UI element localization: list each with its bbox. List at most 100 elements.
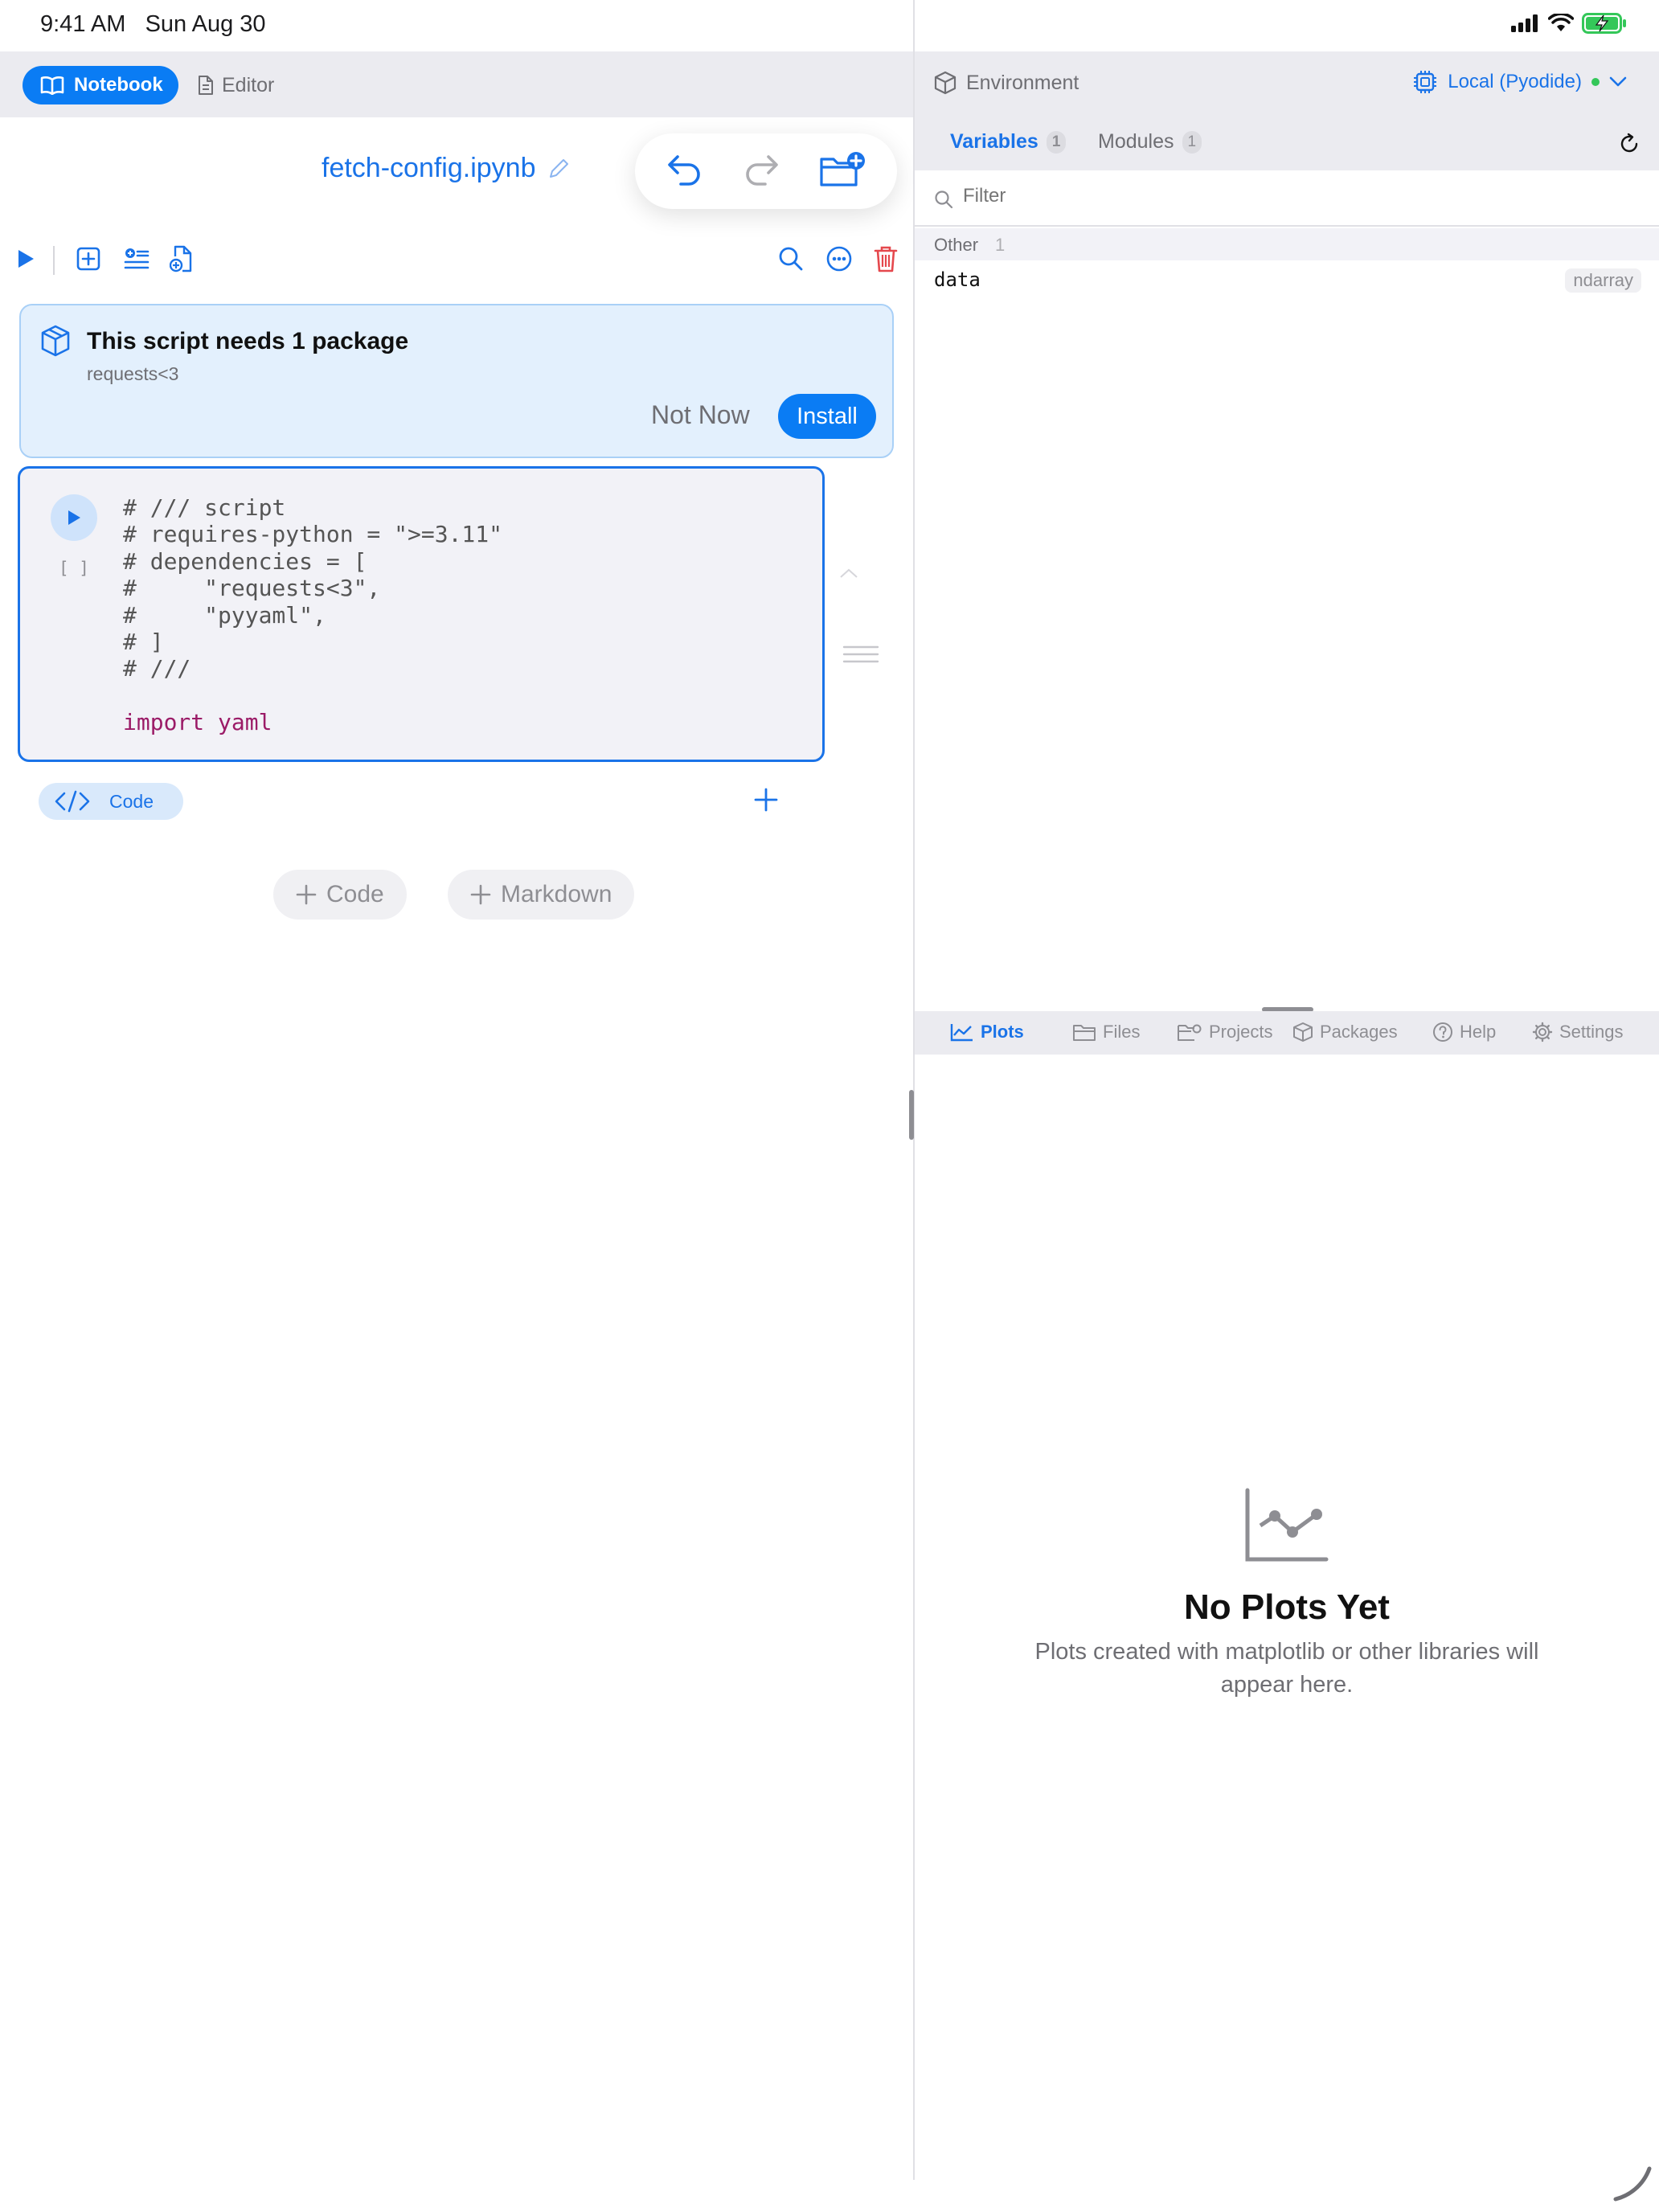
- status-time-text: 9:41 AM: [40, 11, 126, 37]
- kernel-selector[interactable]: Local (Pyodide): [1412, 69, 1627, 95]
- section-title: Other: [934, 235, 979, 255]
- run-cell-button[interactable]: [51, 494, 97, 541]
- code-brackets-icon: [55, 790, 90, 813]
- filter-bar: [915, 170, 1659, 227]
- ellipsis-circle-icon: [826, 246, 852, 272]
- inspector-tabs: Variables 1 Modules 1: [915, 117, 1659, 170]
- drag-handle-icon[interactable]: [842, 645, 879, 664]
- chart-icon: [950, 1024, 973, 1042]
- tab-settings[interactable]: Settings: [1532, 1022, 1624, 1043]
- code-cell[interactable]: [ ] # /// script # requires-python = ">=3…: [18, 466, 825, 762]
- help-tab-label: Help: [1460, 1022, 1497, 1042]
- list-add-icon: [124, 248, 150, 269]
- environment-title: Environment: [934, 71, 1079, 95]
- settings-tab-label: Settings: [1559, 1022, 1624, 1042]
- editor-tab-label: Editor: [222, 73, 275, 96]
- package-banner-subtitle: requests<3: [87, 363, 179, 384]
- add-markdown-cell-button[interactable]: Markdown: [448, 870, 635, 920]
- wifi-icon: [1548, 14, 1574, 31]
- cube-icon: [1293, 1022, 1313, 1042]
- package-banner: This script needs 1 package requests<3 N…: [19, 304, 894, 458]
- search-icon: [935, 190, 953, 209]
- notebook-title[interactable]: fetch-config.ipynb: [322, 153, 570, 184]
- code-line: # /// script: [123, 494, 286, 521]
- play-icon: [68, 510, 80, 525]
- refresh-icon[interactable]: [1617, 132, 1641, 156]
- package-banner-title: This script needs 1 package: [87, 328, 409, 354]
- variables-count-badge: 1: [1046, 130, 1067, 154]
- variable-row[interactable]: data ndarray: [915, 260, 1659, 301]
- section-count: 1: [995, 235, 1006, 255]
- tab-plots[interactable]: Plots: [950, 1022, 1024, 1043]
- notebook-mode-tab[interactable]: Notebook: [23, 66, 178, 104]
- notebook-tab-label: Notebook: [74, 74, 163, 96]
- variables-tab-label: Variables: [950, 130, 1038, 153]
- toolbar-divider: [53, 246, 55, 275]
- variable-name: data: [934, 268, 981, 291]
- play-icon: [18, 250, 34, 268]
- status-date-text: Sun Aug 30: [145, 11, 266, 37]
- empty-description-line: appear here.: [1220, 1672, 1354, 1698]
- plots-tab-label: Plots: [981, 1022, 1024, 1042]
- delete-button[interactable]: [863, 236, 908, 281]
- run-all-button[interactable]: [3, 236, 48, 281]
- empty-title: No Plots Yet: [1184, 1587, 1390, 1627]
- trash-icon: [874, 246, 898, 272]
- floating-actions: [635, 133, 897, 209]
- add-code-label: Code: [326, 881, 384, 907]
- insert-text-cell-button[interactable]: [114, 236, 159, 281]
- code-line: # "pyyaml",: [123, 601, 326, 629]
- tab-help[interactable]: Help: [1432, 1022, 1496, 1043]
- empty-description: Plots created with matplotlib or other l…: [915, 1636, 1659, 1702]
- redo-button[interactable]: [743, 154, 780, 190]
- add-cell-button[interactable]: [66, 236, 111, 281]
- book-icon: [40, 76, 64, 95]
- chevron-down-icon: [1609, 76, 1627, 87]
- status-time: 9:41 AM Sun Aug 30: [40, 11, 266, 38]
- left-pane-header: Notebook Editor: [0, 51, 913, 117]
- search-button[interactable]: [768, 236, 813, 281]
- cell-type-selector[interactable]: Code: [39, 783, 183, 820]
- tab-projects[interactable]: Projects: [1177, 1022, 1272, 1043]
- not-now-button[interactable]: Not Now: [651, 400, 750, 430]
- folder-gear-icon: [1178, 1024, 1202, 1041]
- add-cell-below-icon[interactable]: [752, 786, 780, 813]
- split-view-handle[interactable]: [909, 1090, 914, 1140]
- bottom-panel-tabs: Plots Files Projects Packages Help Setti…: [915, 1011, 1659, 1055]
- folder-icon: [1073, 1025, 1096, 1041]
- new-folder-button[interactable]: [819, 151, 866, 192]
- status-indicators: [1511, 13, 1627, 34]
- tab-variables[interactable]: Variables 1: [950, 130, 1067, 154]
- search-icon: [779, 247, 803, 271]
- new-file-button[interactable]: [159, 236, 204, 281]
- projects-tab-label: Projects: [1209, 1022, 1273, 1042]
- code-editor[interactable]: # /// script # requires-python = ">=3.11"…: [123, 494, 502, 736]
- cell-type-label: Code: [109, 790, 154, 812]
- variable-type-badge: ndarray: [1565, 268, 1641, 293]
- kernel-status-dot: [1591, 78, 1600, 86]
- tab-modules[interactable]: Modules 1: [1098, 130, 1202, 154]
- notebook-toolbar: [0, 236, 913, 285]
- redo-icon: [746, 154, 778, 186]
- collapse-chevron-icon[interactable]: [839, 567, 858, 579]
- add-code-cell-button[interactable]: Code: [273, 870, 407, 920]
- scribble-indicator-icon: [1613, 2166, 1652, 2202]
- tab-packages[interactable]: Packages: [1292, 1022, 1398, 1043]
- install-button[interactable]: Install: [778, 394, 876, 439]
- execution-count: [ ]: [59, 559, 89, 578]
- folder-add-icon: [820, 151, 866, 186]
- undo-icon: [667, 154, 700, 186]
- tab-files[interactable]: Files: [1072, 1022, 1140, 1043]
- package-icon: [41, 325, 70, 357]
- undo-button[interactable]: [666, 154, 703, 190]
- notebook-title-text: fetch-config.ipynb: [322, 153, 536, 183]
- more-button[interactable]: [817, 236, 862, 281]
- variables-section-header: Other 1: [915, 228, 1659, 260]
- document-icon: [199, 76, 213, 95]
- filter-input[interactable]: [963, 185, 1622, 207]
- editor-mode-tab[interactable]: Editor: [198, 66, 274, 104]
- gear-icon: [1532, 1022, 1553, 1043]
- modules-tab-label: Modules: [1098, 130, 1174, 153]
- pane-divider: [913, 0, 915, 2180]
- plots-empty-state: No Plots Yet Plots created with matplotl…: [915, 1487, 1659, 1702]
